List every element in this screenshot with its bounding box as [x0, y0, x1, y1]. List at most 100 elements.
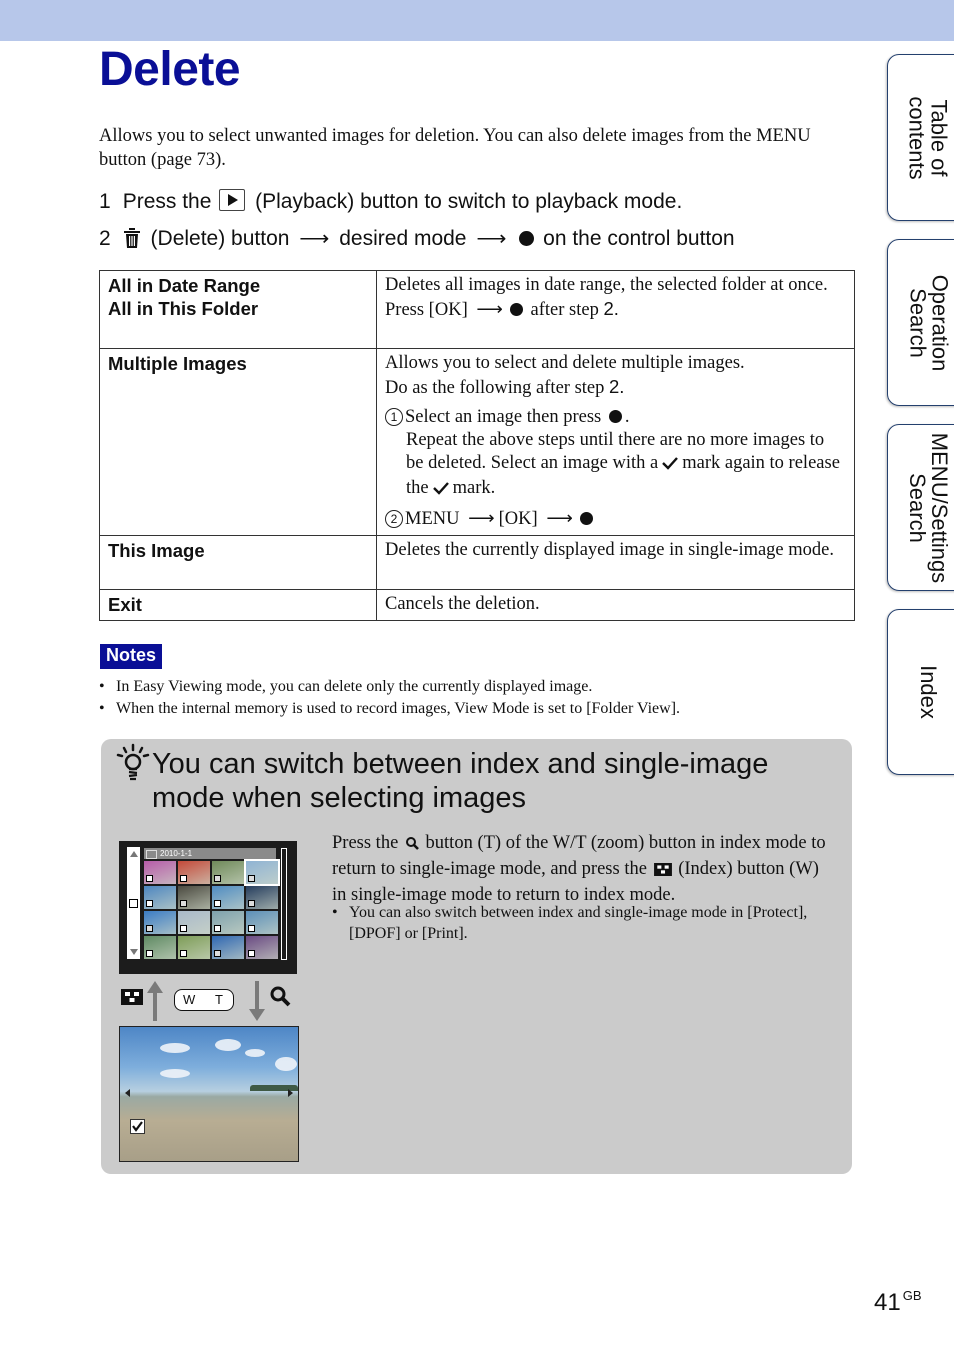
mode-description: Deletes the currently displayed image in… [376, 535, 855, 590]
thumbnail [178, 911, 210, 934]
mode-label: This Image [108, 540, 205, 561]
checkbox-icon [248, 950, 255, 957]
scrollbar [281, 848, 287, 960]
up-arrow-icon [130, 851, 138, 857]
thumbnail [144, 861, 176, 884]
checkbox-icon [180, 925, 187, 932]
checked-checkbox-icon [146, 925, 153, 932]
checkbox-icon [248, 925, 255, 932]
table-row: Exit Cancels the deletion. [99, 589, 855, 621]
sidetab-menu-settings-search[interactable]: MENU/Settings Search [887, 424, 954, 591]
sidetab-table-of-contents[interactable]: Table of contents [887, 54, 954, 221]
down-arrow-icon [249, 981, 265, 1026]
thumbnail [178, 861, 210, 884]
checkbox-icon [180, 875, 187, 882]
step-2: 2 (Delete) button ⟶ desired mode ⟶ on th… [99, 226, 735, 255]
circled-number: 2 [385, 510, 403, 528]
description-text: Press [OK] ⟶ after step 2. [385, 298, 619, 320]
step-text: desired mode [339, 227, 467, 250]
table-row: Multiple Images Allows you to select and… [99, 348, 855, 536]
sidetab-label: Operation Search [905, 274, 952, 371]
sidetab-operation-search[interactable]: Operation Search [887, 239, 954, 406]
thumbnail-grid [144, 859, 280, 961]
step-text: Press the [122, 190, 212, 213]
wt-zoom-button: WT [174, 989, 234, 1011]
mode-label: All in This Folder [108, 298, 259, 319]
control-center-icon [579, 512, 593, 525]
thumbnail [244, 859, 280, 886]
index-screen-illustration: 2010-1-1 [119, 841, 297, 974]
mode-label: Exit [108, 594, 142, 615]
thumbnail [212, 886, 244, 909]
sidetab-label: Table of contents [905, 95, 953, 180]
checked-checkbox-icon [214, 950, 221, 957]
thumbnail [212, 936, 244, 959]
thumbnail [144, 886, 176, 909]
index-icon [121, 989, 143, 1010]
single-image-screen-illustration [119, 1026, 299, 1162]
checkbox-icon [146, 900, 153, 907]
previous-arrow-icon [125, 1089, 130, 1097]
thumbnail [212, 911, 244, 934]
step-text: (Delete) button [150, 227, 290, 250]
sidetab-label: Index [915, 665, 941, 719]
step-number: 2 [99, 227, 111, 250]
lightbulb-icon [115, 743, 151, 788]
table-row: All in Date Range All in This Folder Del… [99, 270, 855, 349]
tip-title: You can switch between index and single-… [152, 748, 769, 814]
checkbox-icon [180, 950, 187, 957]
description-text: Cancels the deletion. [385, 594, 540, 614]
circled-number: 1 [385, 408, 403, 426]
next-arrow-icon [288, 1089, 293, 1097]
checkbox-icon [129, 899, 138, 908]
notes-badge: Notes [100, 644, 163, 669]
page-title: Delete [99, 43, 241, 96]
substep-2: 2 MENU ⟶ [OK] ⟶ [385, 508, 846, 531]
sidetab-label: MENU/Settings Search [905, 432, 953, 583]
table-row: This Image Deletes the currently display… [99, 535, 855, 590]
mode-label: All in Date Range [108, 275, 261, 296]
checkbox-icon [146, 950, 153, 957]
thumbnail [144, 911, 176, 934]
checked-checkbox-icon [130, 1119, 145, 1134]
thumbnail [246, 936, 278, 959]
mode-description: Deletes all images in date range, the se… [376, 270, 855, 349]
header-band [0, 0, 954, 41]
index-scrollbar [127, 847, 140, 959]
step-text: (Playback) button to switch to playback … [255, 190, 683, 213]
sidetab-index[interactable]: Index [887, 609, 954, 775]
note-item: When the internal memory is used to reco… [99, 698, 680, 720]
checkbox-icon [214, 925, 221, 932]
description-text: Allows you to select and delete multiple… [385, 353, 745, 373]
mode-name: This Image [99, 535, 377, 590]
control-center-icon [519, 231, 535, 246]
thumbnail [246, 911, 278, 934]
thumbnail [178, 886, 210, 909]
calendar-icon [146, 850, 157, 859]
trash-icon [123, 227, 141, 255]
step-number: 1 [99, 190, 111, 213]
checkbox-icon [146, 875, 153, 882]
zoom-lever-diagram: WT [119, 981, 299, 1023]
mode-name: Multiple Images [99, 348, 377, 536]
tip-bullet: You can also switch between index and si… [332, 902, 849, 944]
up-arrow-icon [147, 981, 163, 1026]
description-text: Deletes all images in date range, the se… [385, 275, 828, 295]
notes-list: In Easy Viewing mode, you can delete onl… [99, 676, 680, 720]
magnifier-icon [269, 985, 291, 1012]
note-item: In Easy Viewing mode, you can delete onl… [99, 676, 680, 698]
arrow-icon: ⟶ [468, 509, 495, 529]
mode-name: All in Date Range All in This Folder [99, 270, 377, 349]
arrow-icon: ⟶ [476, 300, 503, 320]
arrow-icon: ⟶ [299, 227, 330, 250]
tip-paragraph: Press the button (T) of the W/T (zoom) b… [332, 833, 826, 905]
checkmark-icon [662, 454, 679, 477]
checkbox-icon [214, 900, 221, 907]
page-number: 41 GB [874, 1288, 922, 1316]
thumbnail [144, 936, 176, 959]
mode-label: Multiple Images [108, 353, 247, 374]
down-arrow-icon [130, 949, 138, 955]
mode-description: Allows you to select and delete multiple… [376, 348, 855, 536]
date-bar: 2010-1-1 [144, 848, 276, 859]
checkmark-icon [432, 479, 449, 502]
